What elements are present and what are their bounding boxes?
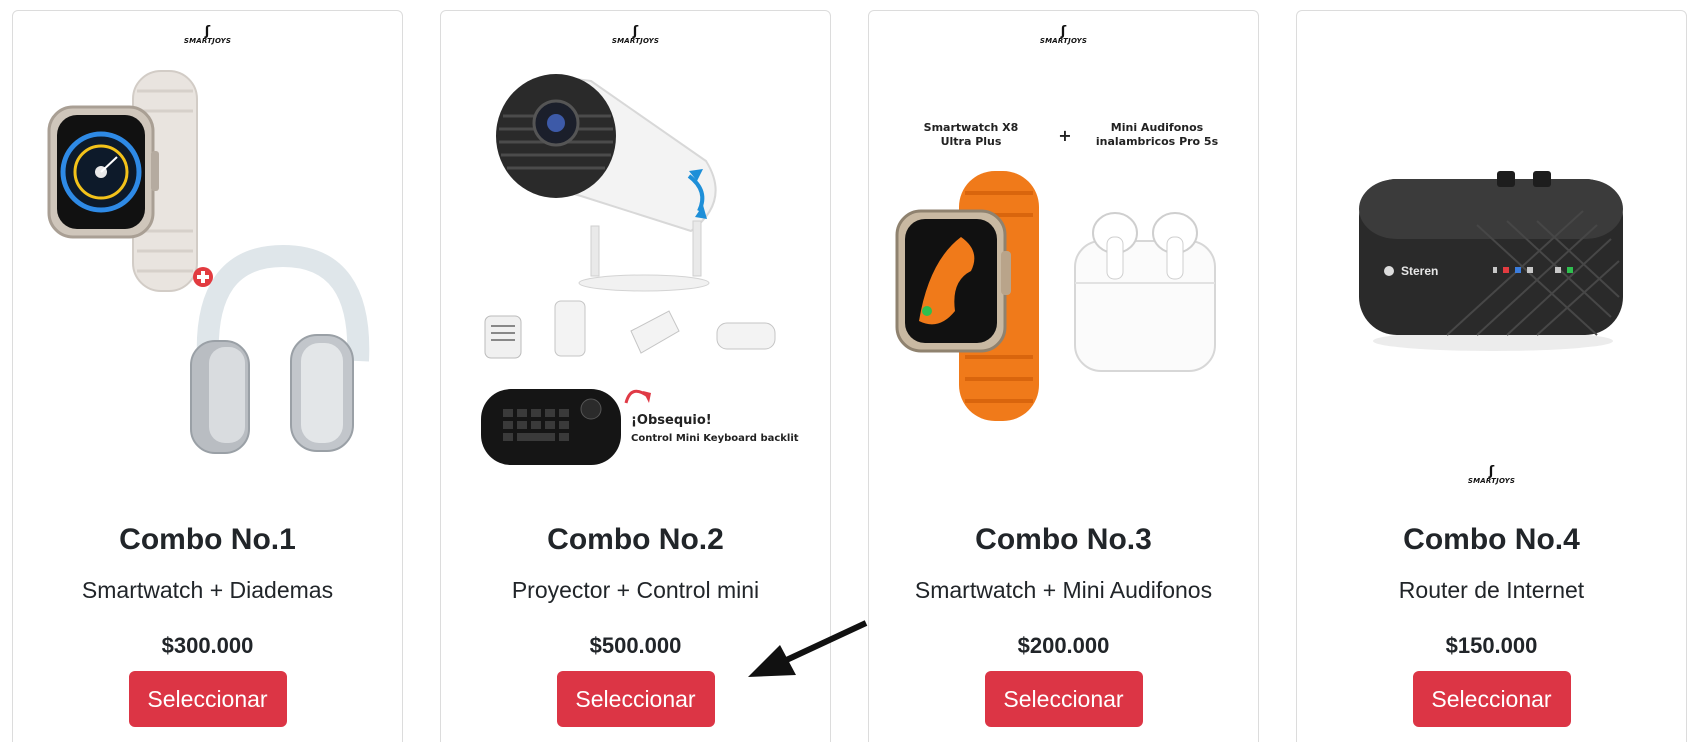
product-subtitle: Proyector + Control mini	[511, 577, 760, 603]
image-label-watch-line2: Ultra Plus	[941, 135, 1002, 148]
plus-badge-icon	[193, 267, 213, 287]
product-image-combo-2: ¡Obsequio! Control Mini Keyboard backlit	[441, 11, 830, 491]
brand-logo: ʃ SMARTJOYS	[1039, 24, 1088, 45]
product-title: Combo No.3	[975, 523, 1152, 556]
arrow-pointer-icon	[748, 620, 868, 677]
keyboard-icon	[481, 389, 651, 465]
product-image-combo-1	[13, 11, 402, 491]
brand-logo: ʃ SMARTJOYS	[1467, 464, 1516, 485]
product-title: Combo No.2	[547, 523, 724, 556]
gift-description: Control Mini Keyboard backlit	[631, 433, 799, 444]
brand-logo: ʃ SMARTJOYS	[183, 24, 232, 45]
smartwatch-icon	[895, 171, 1039, 421]
select-button[interactable]: Seleccionar	[556, 671, 715, 727]
image-label-watch-line1: Smartwatch X8	[924, 121, 1019, 134]
product-image-combo-3: Smartwatch X8 Ultra Plus + Mini Audifono…	[869, 11, 1258, 491]
product-subtitle: Smartwatch + Diademas	[81, 577, 334, 603]
product-title: Combo No.1	[119, 523, 296, 556]
smartwatch-icon	[47, 70, 198, 292]
projector-icon	[484, 74, 776, 359]
image-label-plus: +	[1058, 126, 1071, 145]
router-brand-label: Steren	[1401, 264, 1438, 278]
product-card-combo-1: ʃ SMARTJOYS Combo No.1 Smartwatch + Diade…	[12, 10, 403, 742]
product-card-combo-3: Smartwatch X8 Ultra Plus + Mini Audifono…	[868, 10, 1259, 742]
select-button[interactable]: Seleccionar	[1412, 671, 1571, 727]
product-subtitle: Router de Internet	[1398, 577, 1585, 603]
product-card-combo-4: Steren ʃ SMARTJOYS Combo No.4 Router de I…	[1296, 10, 1687, 742]
headphones-icon	[190, 244, 370, 454]
product-price: $300.000	[161, 633, 254, 658]
image-label-earbuds-line1: Mini Audifonos	[1111, 121, 1204, 134]
router-icon	[1359, 171, 1623, 351]
product-subtitle: Smartwatch + Mini Audifonos	[914, 577, 1213, 603]
brand-logo: ʃ SMARTJOYS	[611, 24, 660, 45]
product-title: Combo No.4	[1403, 523, 1580, 556]
earbuds-icon	[1074, 212, 1216, 372]
gift-title: ¡Obsequio!	[631, 413, 712, 428]
product-combo-grid: ʃ SMARTJOYS Combo No.1 Smartwatch + Diade…	[0, 0, 1696, 742]
image-label-earbuds-line2: inalambricos Pro 5s	[1096, 135, 1219, 148]
select-button[interactable]: Seleccionar	[984, 671, 1143, 727]
select-button[interactable]: Seleccionar	[128, 671, 287, 727]
product-price: $200.000	[1017, 633, 1110, 658]
product-price: $150.000	[1445, 633, 1538, 658]
product-image-combo-4: Steren	[1297, 11, 1686, 491]
